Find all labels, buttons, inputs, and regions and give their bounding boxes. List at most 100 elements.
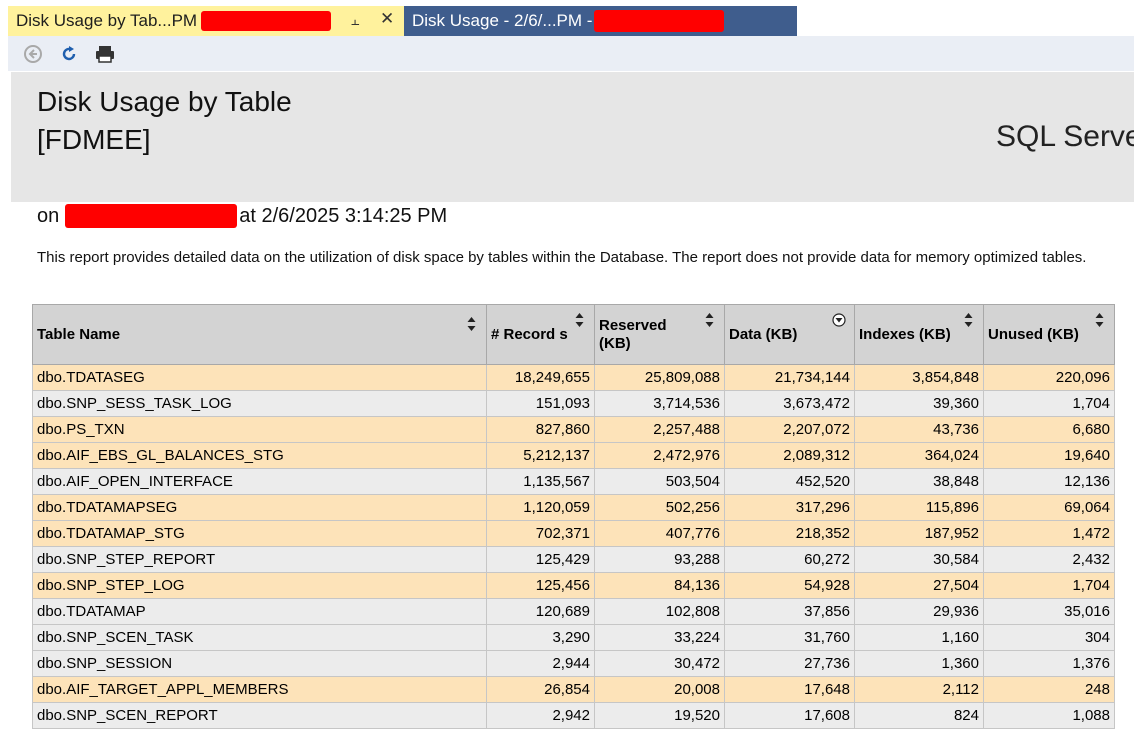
table-row: dbo.PS_TXN 827,860 2,257,488 2,207,072 43,73… [32,416,1115,443]
document-tab-strip: Disk Usage by Tab...PM ⫠ ✕ Disk Usage - … [0,0,1134,36]
numeric-cell: 187,952 [854,520,984,547]
table-row: dbo.SNP_SESSION 2,944 30,472 27,736 1,360 1,3… [32,650,1115,677]
numeric-cell: 3,714,536 [594,390,725,417]
table-row: dbo.AIF_TARGET_APPL_MEMBERS 26,854 20,008 1… [32,676,1115,703]
numeric-cell: 1,088 [983,702,1115,729]
numeric-cell: 151,093 [486,390,595,417]
numeric-cell: 19,520 [594,702,725,729]
table-name-cell: dbo.AIF_EBS_GL_BALANCES_STG [32,442,487,469]
table-name-cell: dbo.SNP_SCEN_TASK [32,624,487,651]
numeric-cell: 452,520 [724,468,855,495]
numeric-cell: 407,776 [594,520,725,547]
tab-disk-usage-by-table[interactable]: Disk Usage by Tab...PM ⫠ ✕ [8,6,404,36]
column-header-records[interactable]: # Record s [486,304,595,365]
numeric-cell: 17,608 [724,702,855,729]
disk-usage-table: Table Name # Record s Reserved (KB) Data… [32,304,1115,729]
database-name: [FDMEE] [37,124,151,155]
tab-title: Disk Usage by Tab...PM [16,11,198,30]
numeric-cell: 1,704 [983,390,1115,417]
numeric-cell: 2,207,072 [724,416,855,443]
report-subtitle: on at 2/6/2025 3:14:25 PM [37,204,447,228]
sort-updown-icon[interactable] [964,313,973,327]
numeric-cell: 1,120,059 [486,494,595,521]
numeric-cell: 3,673,472 [724,390,855,417]
table-row: dbo.SNP_STEP_LOG 125,456 84,136 54,928 27,50… [32,572,1115,599]
sort-updown-icon[interactable] [705,313,714,327]
numeric-cell: 3,854,848 [854,364,984,391]
numeric-cell: 12,136 [983,468,1115,495]
column-header-indexes[interactable]: Indexes (KB) [854,304,984,365]
table-row: dbo.AIF_EBS_GL_BALANCES_STG 5,212,137 2,47… [32,442,1115,469]
report-header: Disk Usage by Table [FDMEE] SQL Serve [11,72,1134,202]
pin-icon[interactable]: ⫠ [351,12,359,29]
table-row: dbo.SNP_SESS_TASK_LOG 151,093 3,714,536 3,6… [32,390,1115,417]
numeric-cell: 69,064 [983,494,1115,521]
table-name-cell: dbo.AIF_OPEN_INTERFACE [32,468,487,495]
numeric-cell: 702,371 [486,520,595,547]
numeric-cell: 2,257,488 [594,416,725,443]
column-header-table-name[interactable]: Table Name [32,304,487,365]
sort-descending-icon[interactable] [832,313,846,327]
column-header-label: Table Name [37,325,121,343]
numeric-cell: 824 [854,702,984,729]
column-header-label: # Record s [491,325,568,343]
numeric-cell: 1,376 [983,650,1115,677]
sort-updown-icon[interactable] [467,317,476,331]
numeric-cell: 6,680 [983,416,1115,443]
numeric-cell: 1,472 [983,520,1115,547]
refresh-icon[interactable] [58,43,80,65]
numeric-cell: 125,456 [486,572,595,599]
table-name-cell: dbo.SNP_STEP_LOG [32,572,487,599]
table-header-row: Table Name # Record s Reserved (KB) Data… [32,304,1115,365]
table-row: dbo.TDATAMAP_STG 702,371 407,776 218,352 187… [32,520,1115,547]
numeric-cell: 31,760 [724,624,855,651]
close-icon[interactable]: ✕ [380,9,394,29]
column-header-data[interactable]: Data (KB) [724,304,855,365]
print-icon[interactable] [94,43,116,65]
numeric-cell: 33,224 [594,624,725,651]
numeric-cell: 125,429 [486,546,595,573]
numeric-cell: 1,135,567 [486,468,595,495]
sort-updown-icon[interactable] [575,313,584,327]
numeric-cell: 84,136 [594,572,725,599]
report-description: This report provides detailed data on th… [37,249,1087,266]
table-name-cell: dbo.SNP_STEP_REPORT [32,546,487,573]
subtitle-prefix: on [37,204,60,227]
numeric-cell: 115,896 [854,494,984,521]
numeric-cell: 20,008 [594,676,725,703]
table-row: dbo.TDATAMAPSEG 1,120,059 502,256 317,296 11… [32,494,1115,521]
column-header-unused[interactable]: Unused (KB) [983,304,1115,365]
numeric-cell: 827,860 [486,416,595,443]
table-name-cell: dbo.TDATASEG [32,364,487,391]
numeric-cell: 29,936 [854,598,984,625]
column-header-reserved[interactable]: Reserved (KB) [594,304,725,365]
table-name-cell: dbo.TDATAMAP [32,598,487,625]
numeric-cell: 2,472,976 [594,442,725,469]
numeric-cell: 5,212,137 [486,442,595,469]
numeric-cell: 93,288 [594,546,725,573]
numeric-cell: 364,024 [854,442,984,469]
numeric-cell: 304 [983,624,1115,651]
report-title: Disk Usage by Table [FDMEE] [37,85,292,157]
tab-disk-usage[interactable]: Disk Usage - 2/6/...PM - [404,6,797,36]
numeric-cell: 18,249,655 [486,364,595,391]
table-name-cell: dbo.TDATAMAP_STG [32,520,487,547]
back-icon[interactable] [22,43,44,65]
sort-updown-icon[interactable] [1095,313,1104,327]
numeric-cell: 1,704 [983,572,1115,599]
numeric-cell: 2,942 [486,702,595,729]
numeric-cell: 2,112 [854,676,984,703]
column-header-label: Unused (KB) [988,325,1079,343]
table-row: dbo.SNP_SCEN_REPORT 2,942 19,520 17,608 824 1… [32,702,1115,729]
table-name-cell: dbo.SNP_SESS_TASK_LOG [32,390,487,417]
table-row: dbo.SNP_STEP_REPORT 125,429 93,288 60,272 30… [32,546,1115,573]
numeric-cell: 3,290 [486,624,595,651]
numeric-cell: 317,296 [724,494,855,521]
table-name-cell: dbo.TDATAMAPSEG [32,494,487,521]
numeric-cell: 2,944 [486,650,595,677]
numeric-cell: 19,640 [983,442,1115,469]
report-title-line1: Disk Usage by Table [37,86,292,117]
numeric-cell: 21,734,144 [724,364,855,391]
numeric-cell: 30,472 [594,650,725,677]
tab-title: Disk Usage - 2/6/...PM - [412,11,593,30]
